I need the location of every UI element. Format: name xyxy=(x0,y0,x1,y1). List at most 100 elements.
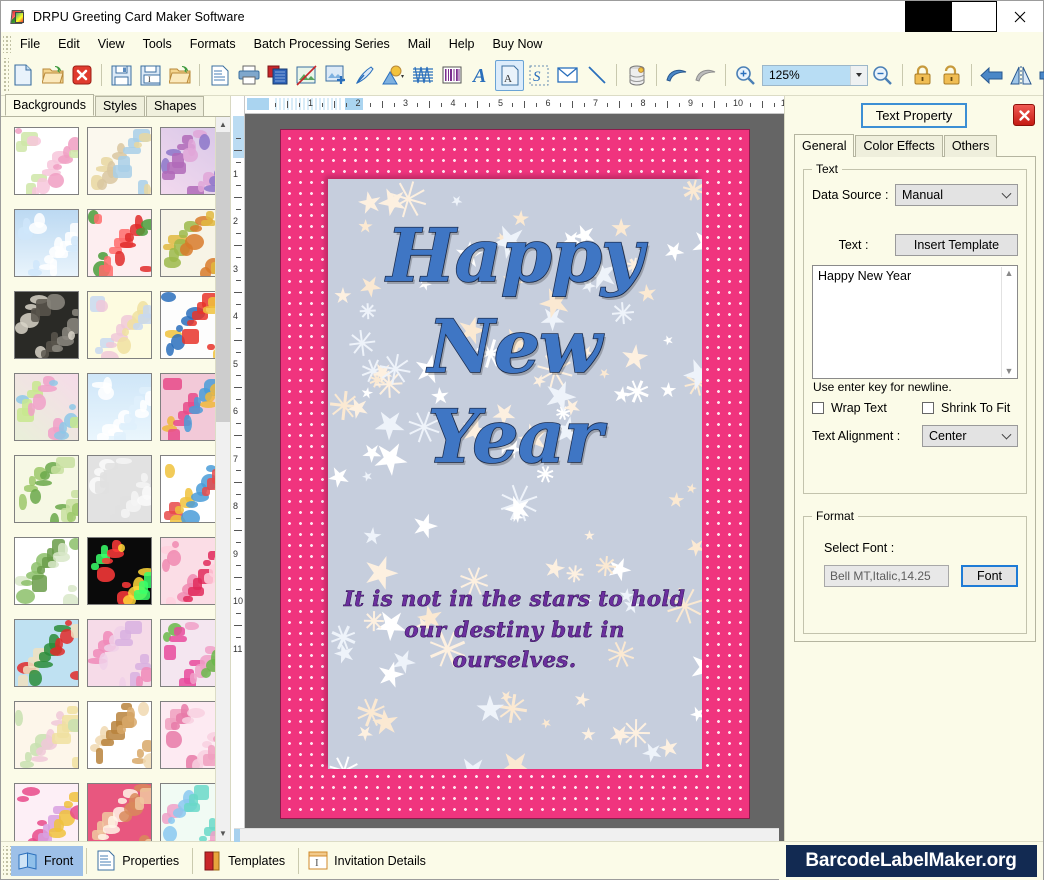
thumb-green-pine-trees[interactable] xyxy=(14,455,79,523)
statusbar-item-properties[interactable]: Properties xyxy=(90,846,189,876)
new-document-button[interactable] xyxy=(9,60,38,91)
thumb-blue-clouds[interactable] xyxy=(14,209,79,277)
menu-grip-handle[interactable] xyxy=(3,34,11,53)
unlock-button[interactable] xyxy=(937,60,966,91)
thumb-purple-floral-burst[interactable] xyxy=(160,127,215,195)
shape-fill-button[interactable] xyxy=(379,60,408,91)
thumb-autumn-leaves[interactable] xyxy=(160,209,215,277)
thumb-pink-green-flowers[interactable] xyxy=(160,619,215,687)
pen-draw-button[interactable] xyxy=(350,60,379,91)
scroll-down-arrow[interactable]: ▼ xyxy=(1005,366,1014,376)
menu-batch-processing-series[interactable]: Batch Processing Series xyxy=(245,34,399,54)
thumb-pastel-flowers[interactable] xyxy=(14,373,79,441)
menu-buy-now[interactable]: Buy Now xyxy=(483,34,551,54)
barcode-button[interactable] xyxy=(437,60,466,91)
thumb-kids-party-doodles[interactable] xyxy=(160,455,215,523)
thumb-gift-boxes[interactable] xyxy=(160,291,215,359)
align-left-button[interactable] xyxy=(977,60,1006,91)
save-button[interactable] xyxy=(107,60,136,91)
image-crop-button[interactable] xyxy=(292,60,321,91)
scroll-down-arrow[interactable]: ▼ xyxy=(216,826,230,841)
thumb-teddy-bear[interactable] xyxy=(87,701,152,769)
save-as-button[interactable]: I xyxy=(136,60,165,91)
greeting-card[interactable]: Happy New Year It is not in the stars to… xyxy=(279,129,750,819)
shrink-to-fit-checkbox[interactable]: Shrink To Fit xyxy=(922,401,1010,415)
zoom-dropdown-arrow[interactable] xyxy=(850,65,867,85)
envelope-button[interactable] xyxy=(553,60,582,91)
open-folder-button[interactable] xyxy=(38,60,67,91)
font-button[interactable]: Font xyxy=(961,565,1018,587)
tab-others[interactable]: Others xyxy=(943,135,998,157)
toolbar-grip-handle[interactable] xyxy=(2,58,9,92)
zoom-level-combobox[interactable]: 125% xyxy=(762,64,868,86)
statusbar-item-front[interactable]: Front xyxy=(11,845,84,876)
undo-button[interactable] xyxy=(662,60,691,91)
lock-button[interactable] xyxy=(908,60,937,91)
menu-help[interactable]: Help xyxy=(440,34,484,54)
page-setup-button[interactable] xyxy=(205,60,234,91)
scroll-up-arrow[interactable]: ▲ xyxy=(216,117,230,132)
statusbar-grip-handle[interactable] xyxy=(3,845,11,876)
menu-formats[interactable]: Formats xyxy=(181,34,245,54)
thumb-dark-pebbles[interactable] xyxy=(14,291,79,359)
sidebar-scrollbar[interactable]: ▲ ▼ xyxy=(215,117,230,841)
scrollbar-thumb[interactable] xyxy=(234,829,240,842)
horizontal-ruler[interactable]: 1234567891011 xyxy=(245,96,784,114)
textarea-scrollbar[interactable]: ▲ ▼ xyxy=(1001,267,1016,377)
thumb-christmas-santa[interactable] xyxy=(14,619,79,687)
sidebar-tab-shapes[interactable]: Shapes xyxy=(146,96,205,116)
zoom-out-button[interactable] xyxy=(868,60,897,91)
card-quote-text[interactable]: It is not in the stars to hold our desti… xyxy=(340,585,690,677)
thumb-heart-frame-bears[interactable] xyxy=(87,783,152,841)
thumb-red-hearts[interactable] xyxy=(160,537,215,605)
data-source-select[interactable]: Manual xyxy=(895,184,1018,206)
thumb-white-pendant[interactable] xyxy=(14,537,79,605)
flip-horizontal-button[interactable] xyxy=(1006,60,1035,91)
text-object-button[interactable]: A xyxy=(495,59,524,91)
watermark-button[interactable] xyxy=(408,60,437,91)
wrap-text-checkbox[interactable]: Wrap Text xyxy=(812,401,922,415)
scroll-up-arrow[interactable]: ▲ xyxy=(1005,268,1014,278)
thumb-colorful-circles[interactable] xyxy=(160,373,215,441)
thumb-pale-yellow-flowers[interactable] xyxy=(87,291,152,359)
export-folder-button[interactable] xyxy=(165,60,194,91)
horizontal-scrollbar[interactable] xyxy=(234,828,779,842)
sidebar-tab-styles[interactable]: Styles xyxy=(94,96,146,116)
text-alignment-select[interactable]: Center xyxy=(922,425,1018,447)
thumb-fireworks-black[interactable] xyxy=(87,537,152,605)
statusbar-item-invitation-details[interactable]: I Invitation Details xyxy=(302,846,436,876)
thumb-pink-glitter-balls[interactable] xyxy=(87,619,152,687)
thumb-red-strawberries[interactable] xyxy=(87,209,152,277)
redo-button[interactable] xyxy=(691,60,720,91)
insert-template-button[interactable]: Insert Template xyxy=(895,234,1018,256)
color-layers-button[interactable] xyxy=(263,60,292,91)
thumb-white-heart[interactable] xyxy=(87,455,152,523)
print-button[interactable] xyxy=(234,60,263,91)
tab-general[interactable]: General xyxy=(794,134,855,157)
thumb-baby-shower-pastel[interactable] xyxy=(87,127,152,195)
menu-mail[interactable]: Mail xyxy=(399,34,440,54)
card-title-text[interactable]: Happy New Year xyxy=(328,211,702,483)
thumb-blue-snowflakes[interactable] xyxy=(87,373,152,441)
statusbar-item-templates[interactable]: Templates xyxy=(196,846,295,876)
zoom-in-button[interactable] xyxy=(731,60,760,91)
sidebar-tab-backgrounds[interactable]: Backgrounds xyxy=(5,94,94,116)
vertical-ruler[interactable]: 1 2 3 4 5 6 7 8 9 10 11 xyxy=(231,114,245,841)
close-document-button[interactable] xyxy=(67,60,96,91)
line-tool-button[interactable] xyxy=(582,60,611,91)
thumb-pastel-stripes[interactable] xyxy=(14,701,79,769)
scrollbar-thumb[interactable] xyxy=(216,132,230,422)
signature-button[interactable]: S xyxy=(524,60,553,91)
canvas-viewport[interactable]: Happy New Year It is not in the stars to… xyxy=(245,114,784,841)
minimize-button[interactable] xyxy=(905,1,951,32)
database-button[interactable] xyxy=(622,60,651,91)
thumb-pink-princess[interactable] xyxy=(160,701,215,769)
maximize-button[interactable] xyxy=(951,1,997,32)
tab-color-effects[interactable]: Color Effects xyxy=(855,135,943,157)
close-panel-button[interactable] xyxy=(1013,104,1035,126)
close-button[interactable] xyxy=(997,1,1043,32)
menu-file[interactable]: File xyxy=(11,34,49,54)
menu-view[interactable]: View xyxy=(89,34,134,54)
align-right-button[interactable] xyxy=(1035,60,1044,91)
thumb-pink-hearts-balloons[interactable] xyxy=(14,783,79,841)
